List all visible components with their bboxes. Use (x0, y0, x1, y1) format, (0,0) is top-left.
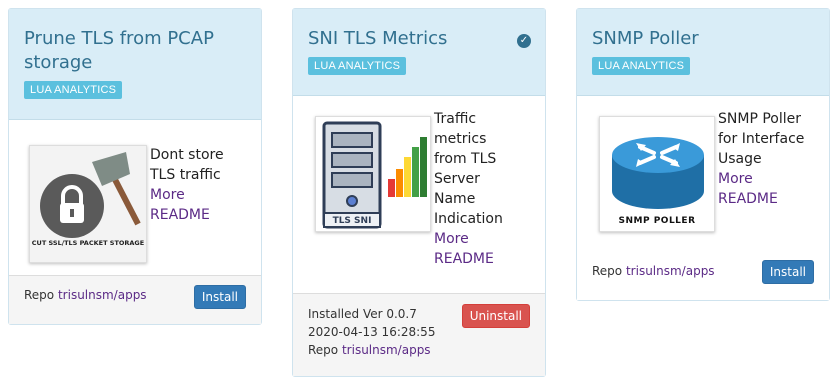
card-header: SNI TLS Metrics ✓ LUA ANALYTICS (293, 9, 545, 96)
readme-link[interactable]: README (434, 249, 544, 269)
repo-info: Repo trisulnsm/apps (308, 343, 431, 357)
app-thumbnail: CUT SSL/TLS PACKET STORAGE (29, 145, 147, 263)
repo-link[interactable]: trisulnsm/apps (342, 343, 431, 357)
uninstall-button[interactable]: Uninstall (461, 304, 530, 328)
card-footer: Repo trisulnsm/apps Install (9, 275, 261, 324)
more-link[interactable]: More (150, 185, 260, 205)
card-header: Prune TLS from PCAP storage LUA ANALYTIC… (9, 9, 261, 120)
app-thumbnail: TLS SNI (315, 116, 431, 232)
category-badge: LUA ANALYTICS (592, 57, 691, 75)
thumbnail-caption: TLS SNI (332, 216, 372, 226)
app-card-prune-tls: Prune TLS from PCAP storage LUA ANALYTIC… (8, 8, 262, 325)
install-button[interactable]: Install (761, 260, 814, 284)
category-badge: LUA ANALYTICS (24, 81, 123, 99)
repo-info: Repo trisulnsm/apps (592, 264, 715, 278)
install-info: Installed Ver 0.0.7 2020-04-13 16:28:55 … (308, 305, 435, 359)
repo-info: Repo trisulnsm/apps (24, 288, 147, 302)
card-title: Prune TLS from PCAP storage (24, 28, 214, 73)
thumbnail-caption: SNMP POLLER (618, 216, 696, 226)
server-chart-icon (316, 117, 430, 231)
installed-version: Installed Ver 0.0.7 (308, 307, 417, 321)
card-title: SNI TLS Metrics (308, 28, 448, 49)
app-description: Dont store TLS traffic More README (150, 145, 260, 225)
more-link[interactable]: More (434, 229, 544, 249)
card-title: SNMP Poller (592, 28, 699, 49)
router-icon (600, 117, 714, 231)
app-card-sni-tls-metrics: SNI TLS Metrics ✓ LUA ANALYTICS TLS SNI (292, 8, 546, 377)
card-footer: Repo trisulnsm/apps Install (577, 254, 829, 300)
app-thumbnail: SNMP POLLER (599, 116, 715, 232)
readme-link[interactable]: README (718, 189, 828, 209)
check-circle-icon: ✓ (517, 34, 531, 48)
more-link[interactable]: More (718, 169, 828, 189)
card-footer: Installed Ver 0.0.7 2020-04-13 16:28:55 … (293, 293, 545, 376)
category-badge: LUA ANALYTICS (308, 57, 407, 75)
app-description: SNMP Poller for Interface Usage More REA… (718, 109, 828, 209)
app-card-snmp-poller: SNMP Poller LUA ANALYTICS SNMP POLLER SN… (576, 8, 830, 301)
repo-link[interactable]: trisulnsm/apps (626, 264, 715, 278)
install-button[interactable]: Install (193, 285, 246, 309)
thumbnail-caption: CUT SSL/TLS PACKET STORAGE (31, 239, 145, 247)
repo-link[interactable]: trisulnsm/apps (58, 288, 147, 302)
installed-date: 2020-04-13 16:28:55 (308, 325, 436, 339)
readme-link[interactable]: README (150, 205, 260, 225)
card-header: SNMP Poller LUA ANALYTICS (577, 9, 829, 96)
app-description: Traffic metrics from TLS Server Name Ind… (434, 109, 544, 269)
